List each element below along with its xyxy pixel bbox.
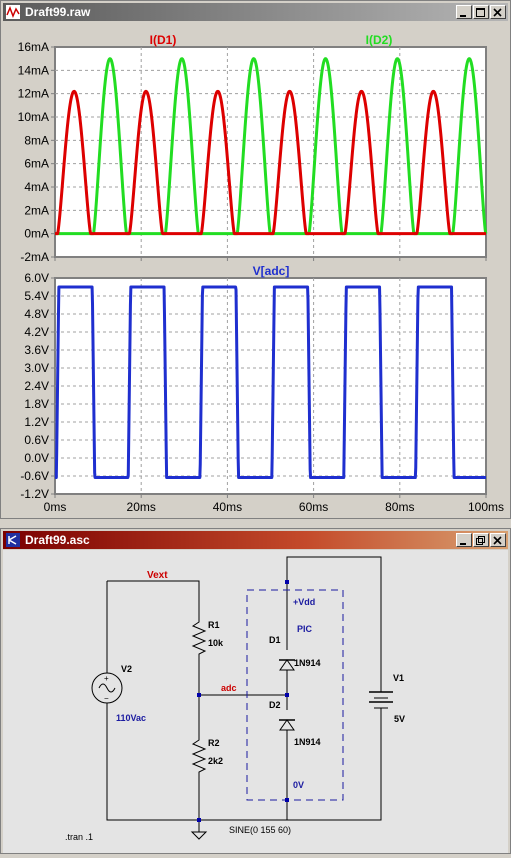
d2-value: 1N914 <box>294 737 321 747</box>
y-tick-label: 4.2V <box>24 325 49 339</box>
schematic-window[interactable]: Draft99.asc + − Vext adc +Vdd PIC 0V R1 … <box>0 528 511 854</box>
restore-icon <box>476 536 485 545</box>
schematic-titlebar[interactable]: Draft99.asc <box>3 531 508 549</box>
waveform-window-title: Draft99.raw <box>25 5 91 19</box>
wire-vext <box>107 580 200 616</box>
schematic-canvas[interactable]: + − Vext adc +Vdd PIC 0V R1 10k R2 2k2 D… <box>3 550 508 853</box>
y-tick-label: 0.6V <box>24 433 49 447</box>
y-tick-label: 14mA <box>18 63 49 77</box>
r2-value: 2k2 <box>208 756 223 766</box>
y-tick-label: -1.2V <box>20 487 49 501</box>
y-tick-label: 12mA <box>18 87 49 101</box>
close-icon <box>493 536 502 545</box>
y-tick-label: 0.0V <box>24 451 49 465</box>
close-button[interactable] <box>490 5 506 19</box>
d1-ref: D1 <box>269 635 281 645</box>
svg-text:+: + <box>104 674 109 683</box>
waveform-client: 16mA 14mA 12mA 10mA 8mA 6mA 4mA 2mA 0mA -2mA I(D1)… <box>3 22 508 518</box>
d1-value: 1N914 <box>294 658 321 668</box>
legend-v-adc: V[adc] <box>253 264 290 278</box>
y-tick-label: 2mA <box>24 203 49 217</box>
svg-text:−: − <box>104 694 109 703</box>
y-tick-label: 10mA <box>18 110 49 124</box>
y-tick-label: -2mA <box>20 250 49 264</box>
x-tick-label: 100ms <box>468 500 504 514</box>
v2-ref: V2 <box>121 664 132 674</box>
d2-ref: D2 <box>269 700 281 710</box>
legend-i-d2: I(D2) <box>366 33 393 47</box>
close-icon <box>493 8 502 17</box>
d1-symbol <box>279 659 295 671</box>
v1-value: 5V <box>394 714 405 724</box>
y-tick-label: 6.0V <box>24 271 49 285</box>
wire-gnd <box>199 716 382 821</box>
waveform-app-icon <box>6 5 20 19</box>
net-label-adc: adc <box>221 683 237 693</box>
y-tick-label: 4.8V <box>24 307 49 321</box>
y-tick-label: -0.6V <box>20 469 49 483</box>
y-tick-label: 1.8V <box>24 397 49 411</box>
y-tick-label: 16mA <box>18 40 49 54</box>
r2-ref: R2 <box>208 738 220 748</box>
maximize-icon <box>476 8 485 17</box>
maximize-button[interactable] <box>473 5 489 19</box>
y-tick-label: 0mA <box>24 227 49 241</box>
x-tick-label: 80ms <box>385 500 414 514</box>
v1-ref: V1 <box>393 673 404 683</box>
y-tick-label: 4mA <box>24 180 49 194</box>
x-tick-label: 40ms <box>213 500 242 514</box>
y-tick-label: 6mA <box>24 157 49 171</box>
net-label-pic: PIC <box>297 624 313 634</box>
v2-spice-line: SINE(0 155 60) <box>229 825 291 835</box>
d2-symbol <box>279 719 295 731</box>
x-tick-label: 20ms <box>127 500 156 514</box>
tran-directive: .tran .1 <box>65 832 93 842</box>
schematic-window-title: Draft99.asc <box>25 533 90 547</box>
y-tick-label: 3.0V <box>24 361 49 375</box>
schematic-close-button[interactable] <box>490 533 506 547</box>
r1-ref: R1 <box>208 620 220 630</box>
v2-source-symbol: + − <box>91 672 123 704</box>
minimize-icon <box>460 543 466 545</box>
net-label-vdd: +Vdd <box>293 597 315 607</box>
schematic-minimize-button[interactable] <box>456 533 472 547</box>
y-tick-label: 1.2V <box>24 415 49 429</box>
waveform-plots: 16mA 14mA 12mA 10mA 8mA 6mA 4mA 2mA 0mA -2mA I(D1)… <box>18 33 504 514</box>
v1-battery-symbol <box>369 691 393 709</box>
net-label-0v: 0V <box>293 780 304 790</box>
ground-symbol <box>190 825 208 840</box>
r1-value: 10k <box>208 638 224 648</box>
y-tick-label: 3.6V <box>24 343 49 357</box>
v2-value: 110Vac <box>116 713 146 723</box>
r2-symbol <box>191 730 207 780</box>
schematic-restore-button[interactable] <box>473 533 489 547</box>
bottom-plot: 6.0V 5.4V 4.8V 4.2V 3.6V 3.0V 2.4V 1.8V 1.2V 0.6V… <box>20 264 504 514</box>
minimize-button[interactable] <box>456 5 472 19</box>
schematic-app-icon <box>6 533 20 547</box>
r1-symbol <box>191 616 207 662</box>
waveform-window[interactable]: Draft99.raw 16mA 14mA 12mA 10mA 8mA 6mA 4mA 2mA… <box>0 0 511 519</box>
y-tick-label: 8mA <box>24 133 49 147</box>
y-tick-label: 2.4V <box>24 379 49 393</box>
legend-i-d1: I(D1) <box>150 33 177 47</box>
x-tick-label: 0ms <box>44 500 67 514</box>
y-tick-label: 5.4V <box>24 289 49 303</box>
minimize-icon <box>460 15 466 17</box>
top-plot: 16mA 14mA 12mA 10mA 8mA 6mA 4mA 2mA 0mA -2mA I(D1)… <box>18 33 488 264</box>
x-tick-label: 60ms <box>299 500 328 514</box>
waveform-titlebar[interactable]: Draft99.raw <box>3 3 508 21</box>
schematic-drawing: + − Vext adc +Vdd PIC 0V R1 10k R2 2k2 D… <box>65 556 405 842</box>
net-label-vext: Vext <box>147 570 168 581</box>
